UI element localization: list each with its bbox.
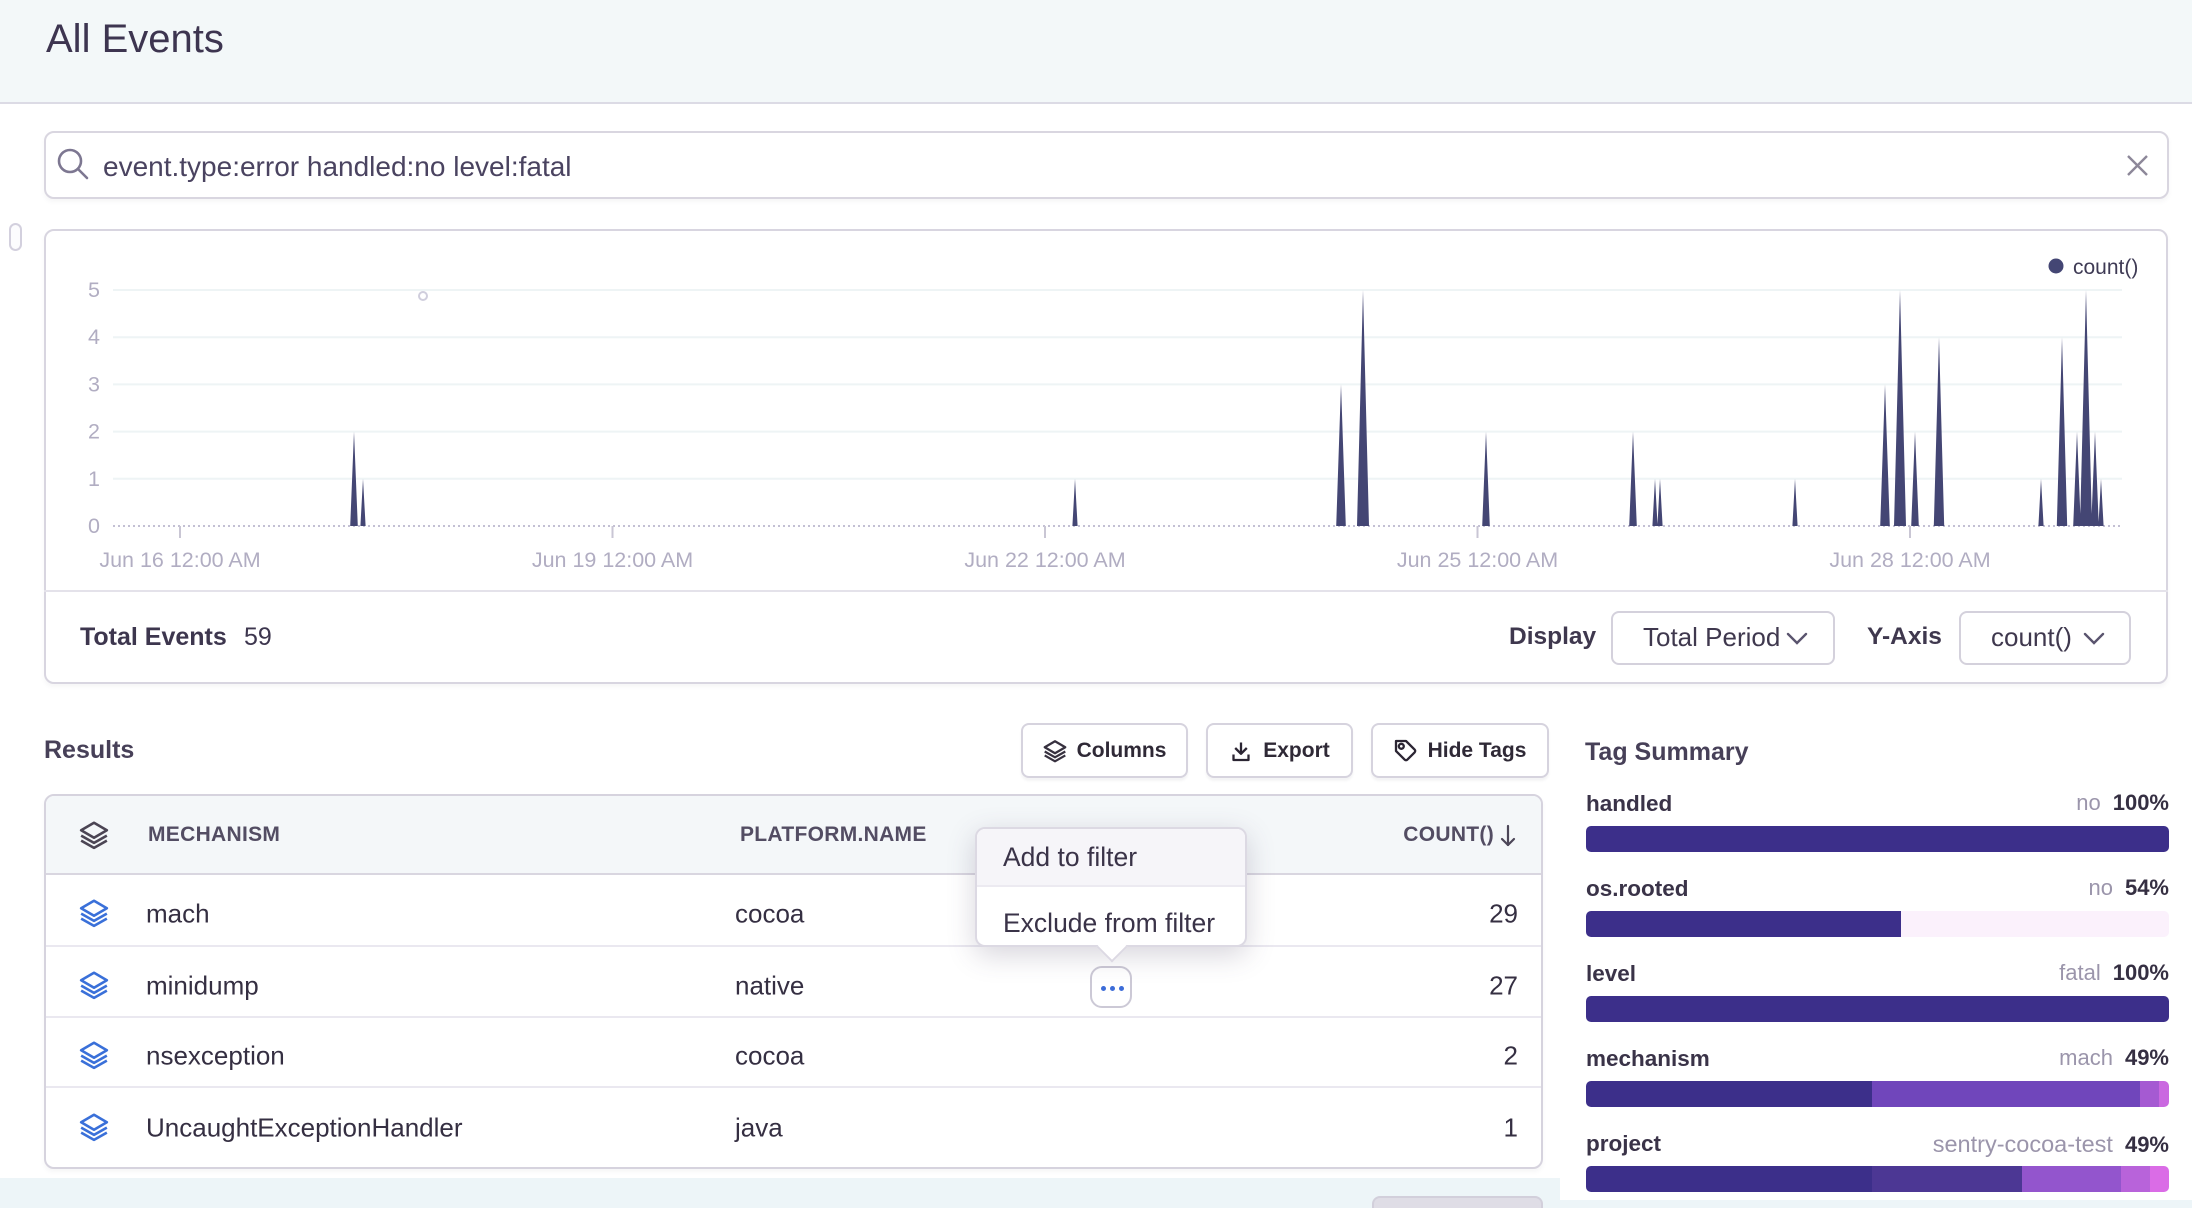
svg-text:Jun 28 12:00 AM: Jun 28 12:00 AM xyxy=(1829,548,1990,572)
svg-text:Jun 16 12:00 AM: Jun 16 12:00 AM xyxy=(99,548,260,572)
svg-text:2: 2 xyxy=(88,420,100,444)
svg-text:5: 5 xyxy=(88,278,100,302)
svg-text:Jun 22 12:00 AM: Jun 22 12:00 AM xyxy=(964,548,1125,572)
svg-text:count(): count() xyxy=(2073,256,2138,279)
svg-text:4: 4 xyxy=(88,325,100,349)
svg-text:Jun 19 12:00 AM: Jun 19 12:00 AM xyxy=(532,548,693,572)
svg-text:1: 1 xyxy=(88,467,100,491)
svg-text:0: 0 xyxy=(88,514,100,538)
svg-text:Jun 25 12:00 AM: Jun 25 12:00 AM xyxy=(1397,548,1558,572)
svg-text:3: 3 xyxy=(88,372,100,396)
